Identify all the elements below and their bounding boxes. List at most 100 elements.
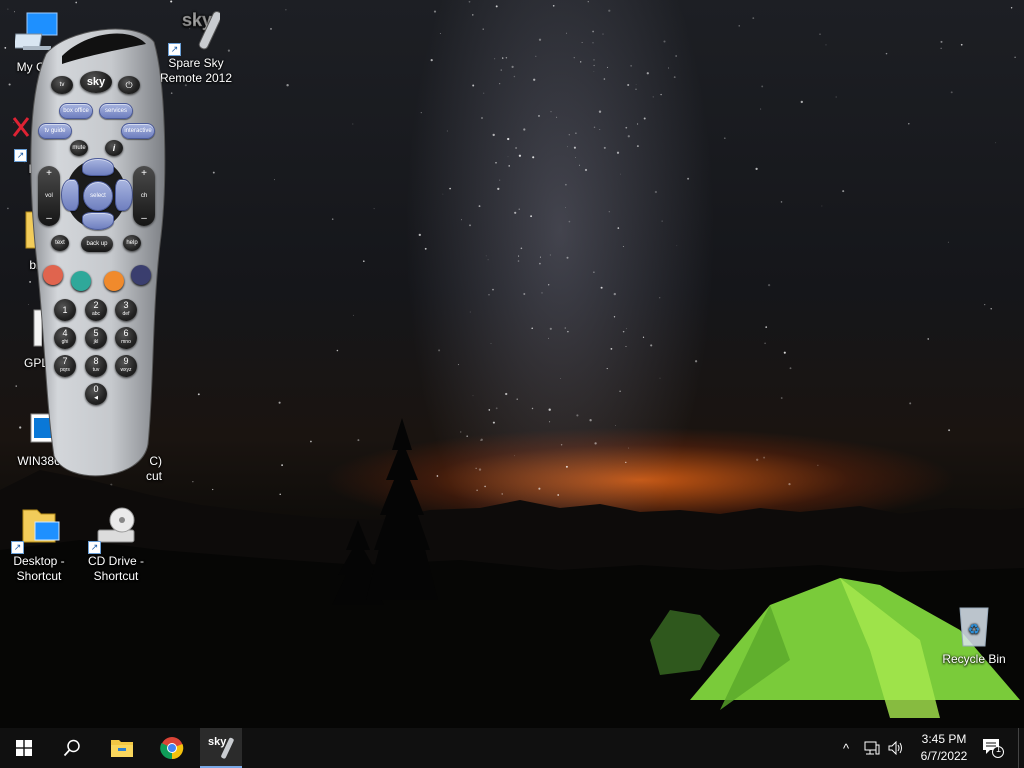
- star: [492, 288, 494, 291]
- text-button[interactable]: text: [51, 235, 69, 251]
- sky-remote-window[interactable]: tv sky ⏻ box office services tv guide in…: [26, 24, 168, 486]
- box-office-button[interactable]: box office: [59, 103, 93, 119]
- interactive-button[interactable]: interactive: [121, 123, 155, 139]
- power-icon: ⏻: [125, 79, 133, 90]
- star: [197, 393, 200, 396]
- star: [430, 58, 433, 62]
- star: [373, 208, 375, 210]
- taskbar-file-explorer[interactable]: [98, 728, 146, 768]
- star: [947, 241, 949, 243]
- star: [627, 83, 630, 87]
- number-key-5[interactable]: 5 jkl: [85, 327, 107, 349]
- back-up-button[interactable]: back up: [81, 236, 113, 252]
- mute-button[interactable]: mute: [70, 140, 88, 156]
- info-icon: i: [112, 143, 116, 153]
- star: [593, 59, 595, 61]
- desktop-icon-spare-sky-remote[interactable]: sky ↗ Spare Sky Remote 2012: [158, 6, 234, 86]
- star: [603, 146, 606, 149]
- blue-button[interactable]: [131, 265, 151, 285]
- star: [336, 349, 339, 352]
- star: [635, 83, 637, 85]
- power-button[interactable]: ⏻: [118, 76, 140, 94]
- select-button[interactable]: select: [83, 181, 113, 211]
- taskbar-sky-remote[interactable]: sky: [200, 728, 242, 768]
- star: [75, 1, 78, 4]
- number-key-4[interactable]: 4 ghi: [54, 327, 76, 349]
- services-button[interactable]: services: [99, 103, 133, 119]
- star: [835, 96, 837, 98]
- sky-button[interactable]: sky: [80, 71, 112, 93]
- search-button[interactable]: [48, 728, 96, 768]
- nav-left-button[interactable]: [61, 179, 79, 211]
- number-key-digit: 9: [123, 356, 129, 366]
- shortcut-arrow-icon: ↗: [11, 541, 24, 554]
- star: [352, 314, 354, 316]
- star: [593, 70, 595, 72]
- desktop-icon-label: Desktop - Shortcut: [13, 554, 65, 583]
- yellow-button[interactable]: [104, 271, 124, 291]
- taskbar-chrome[interactable]: [148, 728, 196, 768]
- desktop-icon-recycle-bin[interactable]: ♻ Recycle Bin: [936, 602, 1012, 667]
- tray-network[interactable]: [860, 728, 884, 768]
- star: [637, 123, 639, 125]
- start-button[interactable]: [0, 728, 48, 768]
- tv-button[interactable]: tv: [51, 76, 73, 94]
- volume-rocker[interactable]: + vol –: [38, 166, 60, 226]
- star: [573, 57, 575, 59]
- shortcut-arrow-icon: ↗: [88, 541, 101, 554]
- number-key-0[interactable]: 0 ◀: [85, 383, 107, 405]
- tv-guide-button[interactable]: tv guide: [38, 123, 72, 139]
- number-key-7[interactable]: 7 pqrs: [54, 355, 76, 377]
- info-button[interactable]: i: [105, 140, 123, 156]
- star: [599, 129, 601, 130]
- star: [627, 135, 630, 138]
- star: [499, 83, 501, 85]
- star: [170, 92, 173, 94]
- select-label: select: [90, 193, 106, 199]
- desktop-folder-icon: ↗: [11, 504, 63, 554]
- number-key-9[interactable]: 9 wxyz: [115, 355, 137, 377]
- taskbar-clock[interactable]: 3:45 PM 6/7/2022: [904, 731, 984, 765]
- number-key-digit: 5: [93, 328, 99, 338]
- star: [363, 260, 365, 263]
- star: [269, 27, 273, 30]
- star: [564, 327, 567, 329]
- star: [556, 116, 558, 118]
- star: [567, 146, 569, 148]
- nav-up-button[interactable]: [82, 158, 114, 176]
- star: [825, 44, 827, 46]
- network-icon: [864, 741, 880, 755]
- sky-remote-icon: sky: [208, 736, 234, 759]
- number-key-8[interactable]: 8 tuv: [85, 355, 107, 377]
- tray-overflow-chevron[interactable]: ^: [836, 728, 856, 768]
- number-key-3[interactable]: 3 def: [115, 299, 137, 321]
- red-button[interactable]: [43, 265, 63, 285]
- number-key-6[interactable]: 6 mno: [115, 327, 137, 349]
- star: [608, 9, 611, 12]
- star: [625, 328, 627, 330]
- star: [507, 156, 509, 158]
- nav-right-button[interactable]: [115, 179, 133, 211]
- star: [518, 208, 520, 210]
- star: [760, 108, 762, 110]
- volume-icon: [888, 741, 902, 755]
- star: [472, 395, 474, 397]
- star: [469, 311, 471, 313]
- volume-down-icon: –: [46, 213, 52, 224]
- star: [568, 134, 570, 136]
- help-button[interactable]: help: [123, 235, 141, 251]
- desktop-icon-cd-drive[interactable]: ↗ CD Drive - Shortcut: [78, 504, 154, 584]
- desktop-icon-desktop-shortcut[interactable]: ↗ Desktop - Shortcut: [1, 504, 77, 584]
- number-key-2[interactable]: 2 abc: [85, 299, 107, 321]
- notification-center-button[interactable]: 1: [976, 728, 1010, 768]
- green-button[interactable]: [71, 271, 91, 291]
- star: [642, 336, 645, 338]
- channel-rocker[interactable]: + ch –: [133, 166, 155, 226]
- star: [755, 167, 758, 171]
- number-key-1[interactable]: 1: [54, 299, 76, 321]
- show-desktop-button[interactable]: [1018, 728, 1024, 768]
- start-icon: [16, 740, 32, 756]
- star: [613, 316, 616, 318]
- star: [492, 133, 495, 137]
- nav-down-button[interactable]: [82, 212, 114, 230]
